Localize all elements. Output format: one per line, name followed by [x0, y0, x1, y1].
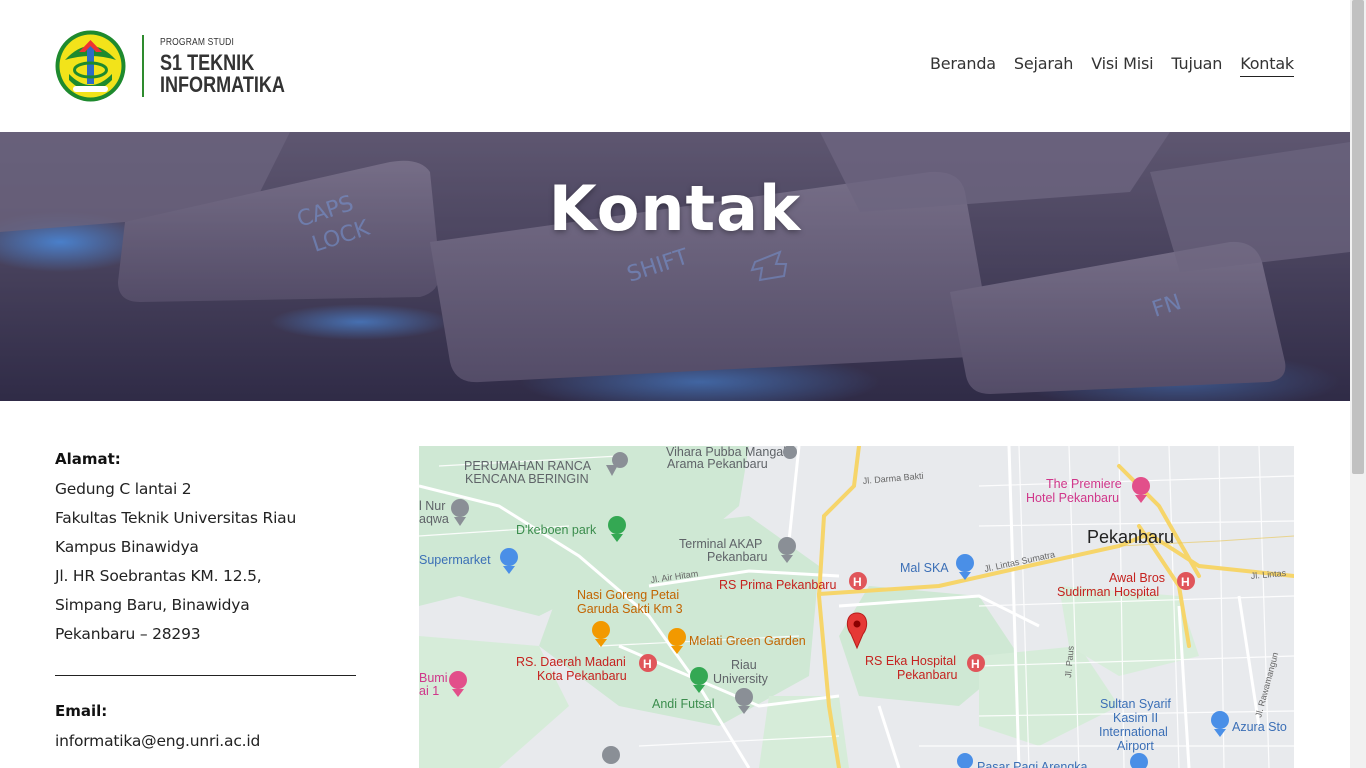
site-header: PROGRAM STUDI S1 TEKNIK INFORMATIKA Bera… — [0, 0, 1350, 132]
map-label-riau2: University — [713, 672, 769, 686]
svg-text:H: H — [643, 657, 652, 671]
place-pin-icon — [602, 746, 620, 764]
map-label-premiere: The Premiere — [1046, 477, 1122, 491]
nav-item-kontak[interactable]: Kontak — [1240, 54, 1294, 77]
map-label-supermarket: Supermarket — [419, 553, 491, 567]
map-label-awalbros2: Sudirman Hospital — [1057, 585, 1159, 599]
address-line: Simpang Baru, Binawidya — [55, 596, 250, 614]
logo-divider — [142, 35, 144, 97]
map-label-nasigoreng: Nasi Goreng Petai — [577, 588, 679, 602]
nav-item-beranda[interactable]: Beranda — [930, 54, 996, 77]
scrollbar-thumb[interactable] — [1352, 0, 1364, 474]
svg-text:H: H — [971, 657, 980, 671]
contact-info: Alamat: Gedung C lantai 2 Fakultas Tekni… — [55, 448, 357, 756]
map-label-perumahan: PERUMAHAN RANCA — [464, 459, 592, 473]
address-block: Gedung C lantai 2 Fakultas Teknik Univer… — [55, 475, 357, 649]
map-label-sultan3: International — [1099, 725, 1168, 739]
map-label-nur2: aqwa — [419, 512, 449, 526]
map-label-bumi: Bumi — [419, 671, 447, 685]
university-logo-emblem[interactable] — [55, 30, 126, 102]
embedded-map[interactable]: Vihara Pubba Mangala Arama Pekanbaru PER… — [419, 446, 1294, 768]
map-label-pasar: Pasar Pagi Arengka — [977, 760, 1088, 768]
page-title: Kontak — [548, 172, 802, 245]
address-line: Gedung C lantai 2 — [55, 480, 192, 498]
address-heading: Alamat: — [55, 450, 121, 468]
map-label-madani2: Kota Pekanbaru — [537, 669, 627, 683]
logo-title-line1[interactable]: S1 TEKNIK — [160, 52, 254, 74]
map-label-eka: RS Eka Hospital — [865, 654, 956, 668]
address-line: Jl. HR Soebrantas KM. 12.5, — [55, 567, 262, 585]
map-label-premiere2: Hotel Pekanbaru — [1026, 491, 1119, 505]
map-label-nur: l Nur — [419, 499, 445, 513]
email-heading: Email: — [55, 702, 108, 720]
map-label-malska: Mal SKA — [900, 561, 949, 575]
map-label-dkeboen: D'keboen park — [516, 523, 597, 537]
hospital-icon: H — [967, 654, 985, 672]
nav-item-visi-misi[interactable]: Visi Misi — [1091, 54, 1153, 77]
map-label-terminal: Terminal AKAP — [679, 537, 762, 551]
main-nav: Beranda Sejarah Visi Misi Tujuan Kontak — [912, 54, 1294, 77]
map-label-perumahan2: KENCANA BERINGIN — [465, 472, 589, 486]
svg-text:H: H — [1181, 575, 1190, 589]
hospital-icon: H — [1177, 572, 1195, 590]
hospital-icon: H — [849, 572, 867, 590]
nav-item-sejarah[interactable]: Sejarah — [1014, 54, 1074, 77]
svg-text:H: H — [853, 575, 862, 589]
map-label-awalbros: Awal Bros — [1109, 571, 1165, 585]
address-line: Fakultas Teknik Universitas Riau — [55, 509, 297, 527]
map-label-nasigoreng2: Garuda Sakti Km 3 — [577, 602, 683, 616]
nav-item-tujuan[interactable]: Tujuan — [1171, 54, 1222, 77]
email-link[interactable]: informatika@eng.unri.ac.id — [55, 727, 357, 756]
map-label-city: Pekanbaru — [1087, 527, 1174, 547]
map-label-andifutsal: Andi Futsal — [652, 697, 715, 711]
section-divider — [55, 675, 356, 676]
map-label-madani: RS. Daerah Madani — [516, 655, 626, 669]
map-label-azura: Azura Sto — [1232, 720, 1287, 734]
map-label-riau: Riau — [731, 658, 757, 672]
map-label-melati: Melati Green Garden — [689, 634, 806, 648]
map-label-sultan2: Kasim II — [1113, 711, 1158, 725]
map-label-bumi2: ai 1 — [419, 684, 439, 698]
map-label-eka2: Pekanbaru — [897, 668, 958, 682]
address-line: Kampus Binawidya — [55, 538, 199, 556]
map-label-terminal2: Pekanbaru — [707, 550, 768, 564]
logo-subtitle: PROGRAM STUDI — [160, 37, 235, 48]
map-label-rsprima: RS Prima Pekanbaru — [719, 578, 836, 592]
hospital-icon: H — [639, 654, 657, 672]
page: PROGRAM STUDI S1 TEKNIK INFORMATIKA Bera… — [0, 0, 1350, 768]
map-label-sultan4: Airport — [1117, 739, 1154, 753]
logo-title-line2[interactable]: INFORMATIKA — [160, 74, 285, 96]
address-line: Pekanbaru – 28293 — [55, 625, 201, 643]
map-label-vihara2: Arama Pekanbaru — [667, 457, 768, 471]
page-scrollbar[interactable] — [1350, 0, 1366, 768]
map-label-sultan: Sultan Syarif — [1100, 697, 1171, 711]
